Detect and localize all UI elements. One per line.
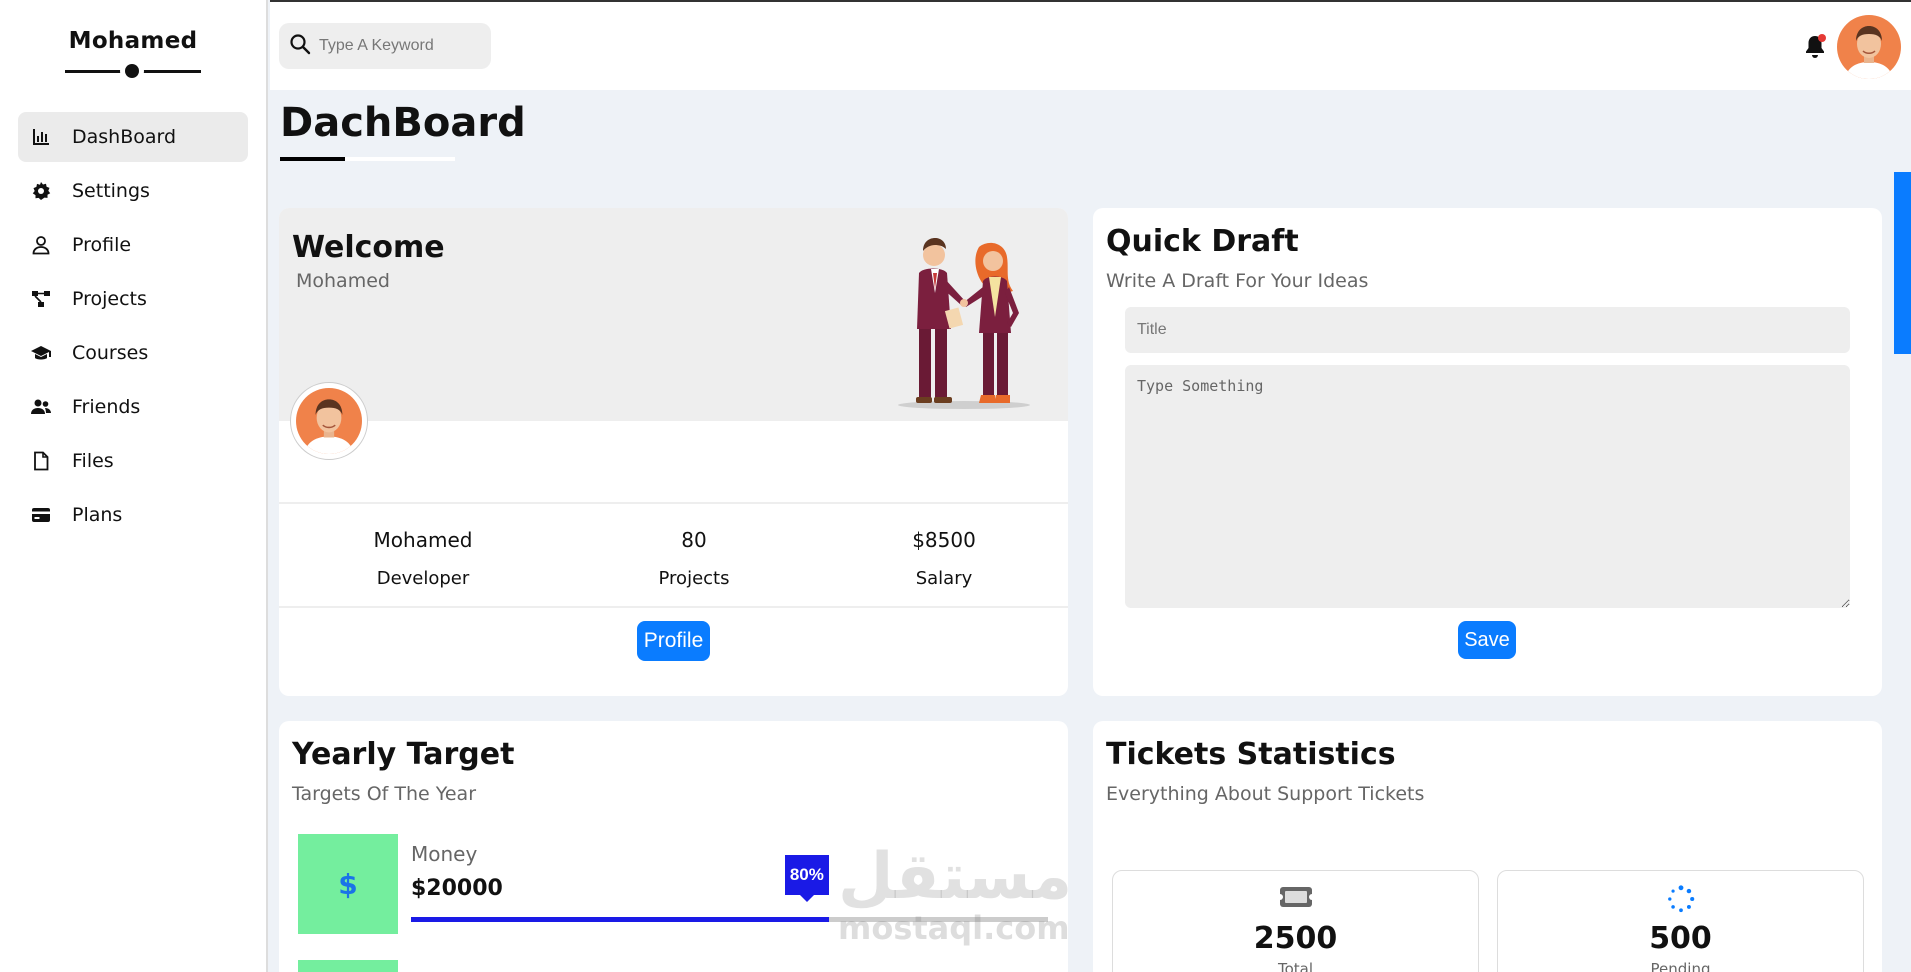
- target-progress-fill: [411, 917, 829, 922]
- target-progress-percent: 80%: [784, 855, 829, 902]
- sidebar-item-label: Courses: [72, 342, 149, 364]
- ticket-box-pending: 500 Pending: [1497, 870, 1864, 972]
- ticket-value: 500: [1649, 921, 1712, 956]
- sidebar-item-label: Projects: [72, 288, 147, 310]
- target-row-money: $ Money $20000 80%: [298, 834, 1048, 934]
- page-title-underline: [280, 157, 455, 161]
- sidebar-item-label: Plans: [72, 504, 123, 526]
- yearly-subheading: Targets Of The Year: [292, 783, 477, 805]
- sidebar-item-friends[interactable]: Friends: [18, 382, 248, 432]
- stat-value: Mohamed: [373, 528, 473, 552]
- sidebar-item-label: DashBoard: [72, 126, 177, 148]
- sidebar: Mohamed DashBoard Settings Profile Proje…: [0, 0, 268, 972]
- search-box[interactable]: [279, 23, 491, 69]
- gear-icon: [30, 180, 52, 202]
- welcome-stats: Mohamed Developer 80 Projects $8500 Sala…: [279, 502, 1068, 608]
- welcome-header: Welcome Mohamed: [279, 208, 1068, 421]
- draft-subheading: Write A Draft For Your Ideas: [1106, 270, 1369, 292]
- sidebar-item-courses[interactable]: Courses: [18, 328, 248, 378]
- stat-label: Developer: [376, 568, 470, 589]
- quick-draft-card: Quick Draft Write A Draft For Your Ideas…: [1093, 208, 1882, 696]
- handshake-illustration-icon: [889, 233, 1039, 413]
- stat-projects: 80 Projects: [594, 528, 794, 589]
- sidebar-item-label: Profile: [72, 234, 132, 256]
- profile-button[interactable]: Profile: [637, 621, 710, 661]
- ticket-label: Pending: [1650, 960, 1711, 972]
- draft-body-textarea[interactable]: [1125, 365, 1850, 608]
- ticket-value: 2500: [1253, 921, 1338, 956]
- notification-dot: [1818, 34, 1826, 42]
- yearly-target-card: Yearly Target Targets Of The Year $ Mone…: [279, 721, 1068, 972]
- credit-card-icon: [30, 504, 52, 526]
- draft-title-input[interactable]: [1125, 307, 1850, 353]
- welcome-heading: Welcome: [292, 230, 445, 265]
- sidebar-item-profile[interactable]: Profile: [18, 220, 248, 270]
- sidebar-item-label: Friends: [72, 396, 141, 418]
- page-title: DachBoard: [280, 100, 526, 146]
- topbar: [270, 0, 1911, 90]
- tickets-subheading: Everything About Support Tickets: [1106, 783, 1425, 805]
- ticket-box-total: 2500 Total: [1112, 870, 1479, 972]
- yearly-heading: Yearly Target: [292, 737, 515, 772]
- ticket-label: Total: [1277, 960, 1314, 972]
- search-icon: [289, 33, 311, 59]
- brand-underline: [65, 64, 201, 78]
- project-diagram-icon: [30, 288, 52, 310]
- sidebar-item-settings[interactable]: Settings: [18, 166, 248, 216]
- welcome-card: Welcome Mohamed Mohamed Developer 80 Pro…: [279, 208, 1068, 696]
- file-icon: [30, 450, 52, 472]
- target-label: Money: [411, 842, 478, 866]
- sidebar-item-label: Settings: [72, 180, 150, 202]
- target-progress-track: [411, 917, 1048, 922]
- target-row-next: [298, 960, 398, 972]
- brand-name: Mohamed: [68, 28, 198, 54]
- graduation-cap-icon: [30, 342, 52, 364]
- users-icon: [30, 396, 52, 418]
- sidebar-nav: DashBoard Settings Profile Projects Cour…: [0, 112, 266, 540]
- sidebar-item-projects[interactable]: Projects: [18, 274, 248, 324]
- stat-label: Salary: [915, 568, 973, 589]
- stat-label: Projects: [658, 568, 730, 589]
- avatar[interactable]: [1837, 15, 1901, 79]
- welcome-avatar[interactable]: [290, 382, 368, 460]
- notification-bell-icon[interactable]: [1803, 34, 1827, 60]
- spinner-icon: [1498, 885, 1863, 913]
- search-input[interactable]: [319, 37, 479, 55]
- sidebar-item-label: Files: [72, 450, 114, 472]
- tickets-heading: Tickets Statistics: [1106, 737, 1396, 772]
- stat-salary: $8500 Salary: [844, 528, 1044, 589]
- sidebar-item-files[interactable]: Files: [18, 436, 248, 486]
- sidebar-item-plans[interactable]: Plans: [18, 490, 248, 540]
- scrollbar-thumb[interactable]: [1894, 172, 1911, 354]
- stat-value: $8500: [912, 528, 976, 552]
- chart-bar-icon: [30, 126, 52, 148]
- tickets-statistics-card: Tickets Statistics Everything About Supp…: [1093, 721, 1882, 972]
- save-button[interactable]: Save: [1458, 621, 1516, 659]
- stat-name: Mohamed Developer: [323, 528, 523, 589]
- user-icon: [30, 234, 52, 256]
- stat-value: 80: [681, 528, 707, 552]
- dollar-icon: $: [298, 834, 398, 934]
- ticket-icon: [1113, 885, 1478, 913]
- target-amount: $20000: [411, 876, 503, 901]
- welcome-name: Mohamed: [296, 270, 390, 292]
- sidebar-item-dashboard[interactable]: DashBoard: [18, 112, 248, 162]
- draft-heading: Quick Draft: [1106, 224, 1299, 259]
